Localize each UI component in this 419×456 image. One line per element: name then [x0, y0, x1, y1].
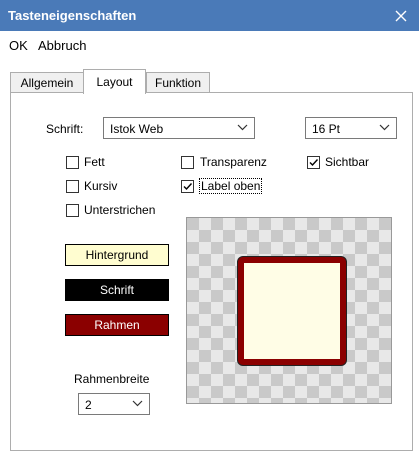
chevron-down-icon [237, 122, 248, 136]
background-color-button[interactable]: Hintergrund [65, 244, 169, 266]
menu-ok[interactable]: OK [9, 38, 28, 53]
font-size-value: 16 Pt [312, 122, 341, 136]
frame-width-label: Rahmenbreite [74, 372, 150, 386]
transparent-checkbox[interactable] [181, 156, 194, 169]
window-title: Tasteneigenschaften [8, 8, 137, 23]
font-label: Schrift: [46, 122, 84, 136]
bold-label: Fett [84, 155, 105, 169]
underline-label: Unterstrichen [84, 203, 156, 217]
label-top-checkbox[interactable] [181, 180, 194, 193]
chevron-down-icon [132, 398, 143, 412]
font-color-label: Schrift [99, 283, 134, 297]
font-family-value: Istok Web [110, 122, 164, 136]
title-bar: Tasteneigenschaften [0, 0, 419, 31]
tab-layout[interactable]: Layout [83, 69, 146, 94]
visible-checkbox[interactable] [307, 156, 320, 169]
key-preview [186, 217, 392, 404]
close-button[interactable] [383, 0, 419, 31]
italic-label: Kursiv [84, 179, 118, 193]
key-preview-swatch [238, 257, 346, 365]
frame-width-value: 2 [85, 398, 92, 412]
frame-color-button[interactable]: Rahmen [65, 314, 169, 336]
underline-checkbox[interactable] [66, 204, 79, 217]
font-family-select[interactable]: Istok Web [103, 117, 255, 139]
checkmark-icon [183, 183, 193, 191]
bold-checkbox[interactable] [66, 156, 79, 169]
tab-label: Allgemein [20, 76, 74, 90]
italic-checkbox[interactable] [66, 180, 79, 193]
label-top-label: Label oben [198, 178, 263, 194]
font-color-button[interactable]: Schrift [65, 279, 169, 301]
menu-bar: OK Abbruch [0, 31, 419, 59]
frame-width-select[interactable]: 2 [78, 393, 150, 415]
tab-label: Layout [96, 75, 133, 89]
transparent-label: Transparenz [200, 155, 267, 169]
frame-color-label: Rahmen [94, 318, 140, 332]
tab-label: Funktion [154, 76, 202, 90]
visible-label: Sichtbar [325, 155, 370, 169]
menu-cancel[interactable]: Abbruch [38, 38, 86, 53]
close-icon [395, 10, 407, 21]
layout-panel: Schrift: Istok Web 16 Pt Fett Kursiv Unt… [10, 92, 413, 451]
tab-funktion[interactable]: Funktion [146, 72, 210, 93]
font-size-select[interactable]: 16 Pt [305, 117, 397, 139]
background-color-label: Hintergrund [85, 248, 149, 262]
chevron-down-icon [379, 122, 390, 136]
tab-allgemein[interactable]: Allgemein [10, 72, 84, 93]
checkmark-icon [309, 159, 319, 167]
